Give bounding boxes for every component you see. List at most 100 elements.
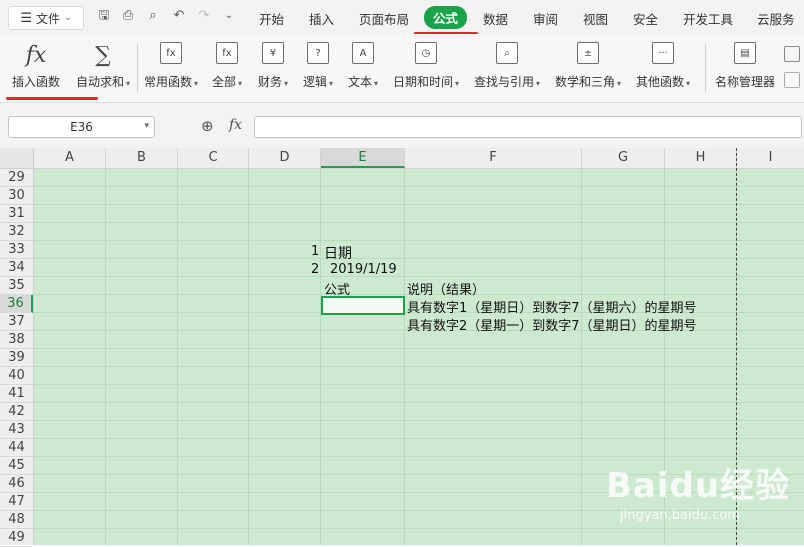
zoom-magnifier-icon[interactable]: ⊕ [201,117,214,135]
autosum-button[interactable]: ∑ 自动求和 ▾ [76,42,130,90]
financial-button[interactable]: ¥ 财务 ▾ [258,42,288,90]
paste-name-icon[interactable] [784,46,800,62]
tab-security[interactable]: 安全 [633,9,658,28]
row-header-37[interactable]: 37 [0,313,33,331]
caret-down-icon: ▾ [455,79,460,88]
lookup-reference-button[interactable]: ⌕ 查找与引用 ▾ [474,42,540,90]
math-trig-label: 数学和三角 [555,75,616,89]
name-list-icon[interactable] [784,72,800,88]
column-header-a[interactable]: A [34,148,106,168]
logical-button[interactable]: ? 逻辑 ▾ [303,42,333,90]
row-header-43[interactable]: 43 [0,421,33,439]
column-header-e[interactable]: E [321,148,405,168]
math-trig-button[interactable]: ± 数学和三角 ▾ [555,42,621,90]
selected-cell-e36[interactable] [321,296,405,315]
row-header-35[interactable]: 35 [0,277,33,295]
tab-formulas[interactable]: 公式 [424,6,468,29]
select-all-corner[interactable] [0,148,34,168]
file-menu-label: 文件 [36,11,61,26]
cell-f37[interactable]: 具有数字2（星期一）到数字7（星期日）的星期号 [407,315,736,334]
function-icon: fx [216,42,239,64]
baidu-watermark-logo: Baidu经验 [606,466,791,506]
autosum-label: 自动求和 [76,75,125,89]
tab-view[interactable]: 视图 [583,9,608,28]
print-preview-icon[interactable]: ⌕ [145,8,161,24]
baidu-watermark-url: jingyan.baidu.com [620,508,740,523]
row-header-46[interactable]: 46 [0,475,33,493]
cell-e33[interactable]: 日期 [324,243,352,263]
column-header-h[interactable]: H [665,148,737,168]
cell-f36[interactable]: 具有数字1（星期日）到数字7（星期六）的星期号 [407,297,736,316]
row-header-36[interactable]: 36 [0,295,33,313]
insert-function-button[interactable]: fx 插入函数 [12,42,60,90]
more-functions-button[interactable]: ··· 其他函数 ▾ [636,42,690,90]
tab-page-layout[interactable]: 页面布局 [359,9,409,28]
row-header-42[interactable]: 42 [0,403,33,421]
caret-down-icon: ▾ [374,79,379,88]
caret-down-icon: ▾ [686,79,691,88]
all-functions-button[interactable]: fx 全部 ▾ [212,42,242,90]
row-header-45[interactable]: 45 [0,457,33,475]
row-header-34[interactable]: 34 [0,259,33,277]
save-icon[interactable]: 🖫 [96,8,112,24]
chevron-down-icon: ⌄ [64,13,72,23]
caret-down-icon: ▾ [194,79,199,88]
magnifier-icon: ⌕ [496,42,519,64]
financial-label: 财务 [258,75,283,89]
chevron-down-icon[interactable]: ▾ [144,121,149,131]
row-header-29[interactable]: 29 [0,169,33,187]
common-functions-button[interactable]: fx 常用函数 ▾ [144,42,198,90]
tab-data[interactable]: 数据 [483,9,508,28]
column-header-f[interactable]: F [405,148,582,168]
cell-d34[interactable]: 2 [311,262,319,277]
row-header-40[interactable]: 40 [0,367,33,385]
gridline [248,169,249,545]
cell-e35[interactable]: 公式 [324,279,350,298]
row-header-48[interactable]: 48 [0,511,33,529]
date-time-button[interactable]: ◷ 日期和时间 ▾ [393,42,459,90]
row-header-32[interactable]: 32 [0,223,33,241]
tab-developer[interactable]: 开发工具 [683,9,733,28]
insert-function-label: 插入函数 [12,75,61,89]
tab-review[interactable]: 审阅 [533,9,558,28]
date-time-label: 日期和时间 [393,75,454,89]
yen-icon: ¥ [262,42,285,64]
row-header-39[interactable]: 39 [0,349,33,367]
tab-home[interactable]: 开始 [259,9,284,28]
row-header-31[interactable]: 31 [0,205,33,223]
cell-d33[interactable]: 1 [311,244,319,259]
gridline [177,169,178,545]
column-header-c[interactable]: C [178,148,249,168]
plus-minus-icon: ± [577,42,600,64]
tab-cloud-service[interactable]: 云服务 [757,9,795,28]
caret-down-icon: ▾ [617,79,622,88]
cell-f35[interactable]: 说明（结果） [407,279,485,298]
fx-icon[interactable]: fx [229,117,242,133]
gridline [581,169,582,545]
lookup-reference-label: 查找与引用 [474,75,535,89]
row-header-44[interactable]: 44 [0,439,33,457]
formula-input[interactable] [254,116,802,138]
all-functions-label: 全部 [212,75,237,89]
row-header-38[interactable]: 38 [0,331,33,349]
tab-insert[interactable]: 插入 [309,9,334,28]
row-header-47[interactable]: 47 [0,493,33,511]
clock-icon: ◷ [415,42,438,64]
row-header-33[interactable]: 33 [0,241,33,259]
name-box[interactable]: E36 ▾ [8,116,155,138]
cell-e34[interactable]: 2019/1/19 [330,262,397,277]
file-menu-button[interactable]: ☰ 文件 ⌄ [8,6,84,30]
undo-icon[interactable]: ↶ [171,8,187,24]
column-header-b[interactable]: B [106,148,178,168]
row-header-49[interactable]: 49 [0,529,33,547]
name-manager-button[interactable]: ▤ 名称管理器 [715,42,775,90]
row-header-30[interactable]: 30 [0,187,33,205]
column-header-d[interactable]: D [249,148,321,168]
column-header-i[interactable]: I [737,148,804,168]
customize-toolbar-icon[interactable]: ⌄ [221,8,237,24]
column-header-g[interactable]: G [582,148,665,168]
row-header-41[interactable]: 41 [0,385,33,403]
print-icon[interactable]: ⎙ [120,8,136,24]
redo-icon[interactable]: ↷ [196,8,212,24]
text-functions-button[interactable]: A 文本 ▾ [348,42,378,90]
